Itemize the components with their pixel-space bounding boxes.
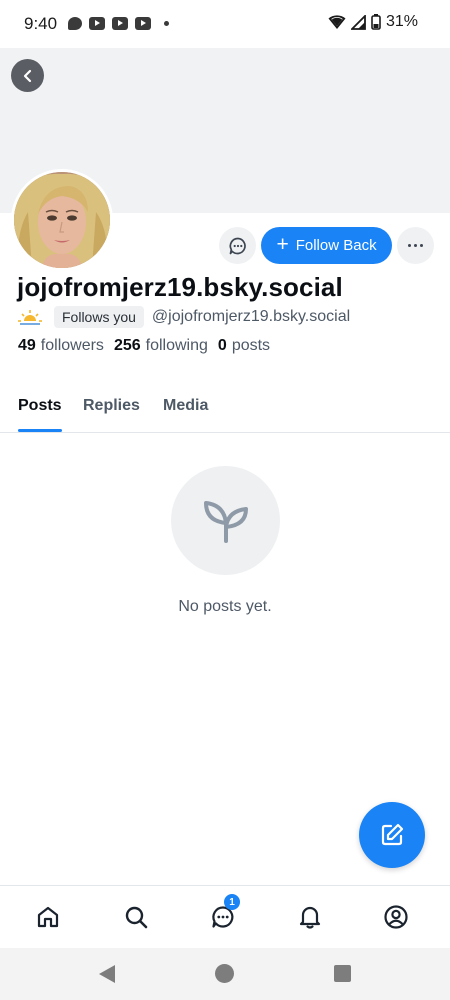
- status-time: 9:40: [24, 14, 58, 33]
- followers-label: followers: [40, 337, 104, 354]
- compose-icon: [381, 823, 404, 846]
- avatar-image: [14, 172, 110, 268]
- display-name: jojofromjerz19.bsky.social: [17, 272, 343, 302]
- active-tab-indicator: [18, 429, 62, 432]
- chevron-left-icon: [23, 69, 31, 82]
- follow-back-button[interactable]: + Follow Back: [261, 227, 392, 264]
- back-button[interactable]: [11, 59, 44, 92]
- nav-chat[interactable]: 1: [208, 894, 240, 932]
- profile-icon: [384, 905, 408, 929]
- empty-state-message: No posts yet.: [178, 598, 272, 615]
- following-stat[interactable]: 256 following: [114, 337, 208, 355]
- tab-posts[interactable]: Posts: [18, 397, 62, 415]
- posts-count: 0: [217, 337, 227, 354]
- following-label: following: [145, 337, 208, 354]
- bell-icon: [299, 906, 321, 929]
- signal-icon: [350, 14, 366, 30]
- home-icon: [37, 906, 59, 928]
- nav-search[interactable]: [121, 902, 151, 932]
- posts-stat: 0 posts: [218, 337, 270, 355]
- nav-home[interactable]: [33, 902, 63, 932]
- tab-media[interactable]: Media: [163, 397, 208, 415]
- followers-count: 49: [18, 337, 36, 354]
- chat-bubble-icon: [229, 237, 246, 254]
- empty-state-illustration: [171, 466, 280, 575]
- system-home-icon[interactable]: [215, 964, 234, 983]
- follow-back-label: Follow Back: [295, 237, 377, 254]
- battery-percent: 31%: [385, 13, 418, 30]
- seedling-icon: [203, 500, 248, 543]
- tab-replies[interactable]: Replies: [83, 397, 140, 415]
- youtube-icon: [135, 17, 151, 30]
- status-bar: 9:40 31%: [0, 0, 450, 48]
- nav-notifications[interactable]: [295, 902, 325, 932]
- posts-label: posts: [231, 337, 271, 354]
- more-options-button[interactable]: [397, 227, 434, 264]
- nav-profile[interactable]: [381, 902, 411, 932]
- message-button[interactable]: [219, 227, 256, 264]
- profile-meta-row: Follows you @jojofromjerz19.bsky.social: [17, 305, 350, 328]
- system-status: 31%: [328, 13, 418, 31]
- youtube-icon: [112, 17, 128, 30]
- profile-stats: 49 followers 256 following 0 posts: [18, 337, 271, 355]
- system-navigation-bar: [0, 948, 450, 1000]
- bottom-navigation: 1: [0, 885, 450, 948]
- compose-post-button[interactable]: [359, 802, 425, 868]
- youtube-icon: [89, 17, 105, 30]
- dot-icon: [164, 21, 169, 26]
- battery-icon: [371, 14, 381, 30]
- system-back-icon[interactable]: [99, 965, 115, 983]
- system-recents-icon[interactable]: [334, 965, 351, 982]
- notification-icons: [68, 17, 169, 30]
- plus-icon: +: [276, 233, 289, 256]
- follows-you-badge: Follows you: [54, 305, 144, 328]
- profile-handle[interactable]: @jojofromjerz19.bsky.social: [152, 308, 350, 326]
- wifi-icon: [328, 14, 346, 29]
- avatar[interactable]: [11, 169, 113, 271]
- profile-tabs: Posts Replies Media: [0, 389, 450, 433]
- chat-bubble-icon: [68, 17, 82, 30]
- chat-unread-badge: 1: [224, 894, 240, 910]
- ellipsis-icon: [408, 244, 411, 247]
- followers-stat[interactable]: 49 followers: [18, 337, 104, 355]
- sunrise-emoji-icon: [18, 309, 42, 325]
- following-count: 256: [113, 337, 141, 354]
- search-icon: [125, 906, 148, 929]
